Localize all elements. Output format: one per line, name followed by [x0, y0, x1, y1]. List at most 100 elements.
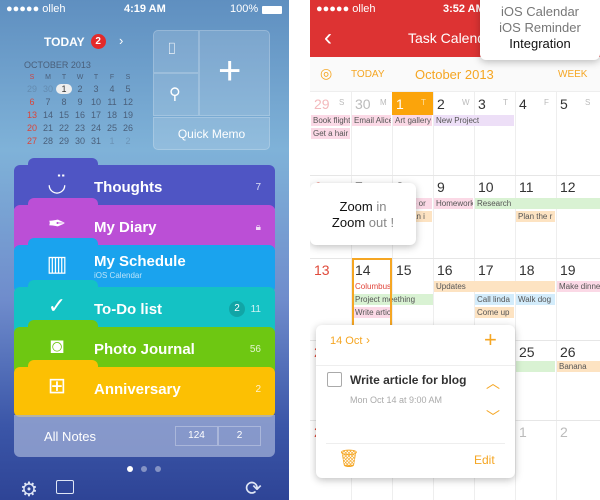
settings-gear-icon[interactable]: ⚙ — [20, 477, 38, 500]
mini-day[interactable]: 5 — [120, 84, 136, 94]
mini-day[interactable]: 24 — [88, 123, 104, 133]
task-title[interactable]: Write article for blog — [350, 373, 466, 387]
mini-day[interactable]: 2 — [72, 84, 88, 94]
selected-day-highlight — [352, 258, 392, 325]
week-view-button[interactable]: WEEK — [558, 69, 587, 80]
mini-calendar[interactable]: OCTOBER 2013 S M T W T F S 29 30 1 2 3 4 5 6 7 8 9 10 11 12 1… — [24, 60, 136, 146]
calendar-event[interactable]: Banana — [557, 361, 600, 372]
calendar-event[interactable]: New Project — [434, 115, 514, 126]
mini-day[interactable]: 21 — [40, 123, 56, 133]
calendar-event[interactable]: Come up — [475, 307, 514, 318]
day-number[interactable]: 25 — [519, 344, 535, 360]
trash-icon[interactable]: 🗑 — [338, 449, 360, 469]
calendar-event-bar[interactable] — [516, 361, 555, 372]
calendar-event[interactable]: Call linda — [475, 294, 514, 305]
mini-day[interactable]: 1 — [104, 136, 120, 146]
mini-day[interactable]: 30 — [72, 136, 88, 146]
day-number[interactable]: 3 — [478, 96, 486, 112]
calendar-event[interactable]: Make dinner — [557, 281, 600, 292]
day-number[interactable]: 13 — [314, 262, 330, 278]
day-number[interactable]: 30 — [355, 96, 371, 112]
callout-text: Zoom — [339, 199, 373, 214]
day-number[interactable]: 5 — [560, 96, 568, 112]
mini-day[interactable]: 27 — [24, 136, 40, 146]
mini-day[interactable]: 7 — [40, 97, 56, 107]
mini-day[interactable]: 26 — [120, 123, 136, 133]
mini-day[interactable]: 6 — [24, 97, 40, 107]
left-app-screen: ●●●●● olleh 4:19 AM 100% TODAY 2 › OCTOB… — [0, 0, 289, 500]
day-number[interactable]: 17 — [478, 262, 494, 278]
day-number[interactable]: 12 — [560, 179, 576, 195]
mini-day[interactable]: 12 — [120, 97, 136, 107]
mini-day[interactable]: 9 — [72, 97, 88, 107]
mini-day[interactable]: 25 — [104, 123, 120, 133]
mini-day[interactable]: 28 — [40, 136, 56, 146]
mini-day[interactable]: 15 — [56, 110, 72, 120]
day-number[interactable]: 11 — [519, 179, 534, 195]
calendar-event[interactable]: Email Alice — [352, 115, 391, 126]
mini-day[interactable]: 31 — [88, 136, 104, 146]
sync-icon[interactable]: ⟳ — [245, 476, 262, 500]
chevron-right-icon[interactable]: › — [366, 333, 370, 347]
mini-day[interactable]: 20 — [24, 123, 40, 133]
calendar-event[interactable]: Plan the r — [516, 211, 555, 222]
mini-day[interactable]: 29 — [56, 136, 72, 146]
mini-day[interactable]: 13 — [24, 110, 40, 120]
chevron-up-icon[interactable]: ︿ — [486, 373, 500, 393]
calendar-event[interactable]: Book flight — [311, 115, 350, 126]
edit-button[interactable]: Edit — [474, 453, 495, 467]
camera-button[interactable]: ⌷ — [153, 30, 199, 73]
day-number[interactable]: 19 — [560, 262, 576, 278]
mini-day[interactable]: 17 — [88, 110, 104, 120]
day-number[interactable]: 10 — [478, 179, 494, 195]
next-chevron-icon[interactable]: › — [119, 33, 123, 48]
calendar-event[interactable]: Walk dog — [516, 294, 555, 305]
quick-memo-button[interactable]: Quick Memo — [153, 117, 270, 150]
search-button[interactable]: ⚲ — [153, 73, 199, 116]
mini-day[interactable]: 29 — [24, 84, 40, 94]
calendar-event[interactable]: Homework — [434, 198, 473, 209]
mini-day[interactable]: 10 — [88, 97, 104, 107]
day-number[interactable]: 15 — [396, 262, 412, 278]
mini-day[interactable]: 4 — [104, 84, 120, 94]
day-number[interactable]: 16 — [437, 262, 453, 278]
calendar-event[interactable]: Research — [475, 198, 600, 209]
mini-day[interactable]: 2 — [120, 136, 136, 146]
mini-day[interactable]: 22 — [56, 123, 72, 133]
mini-day[interactable]: 19 — [120, 110, 136, 120]
add-task-plus-icon[interactable]: + — [484, 327, 497, 353]
day-number[interactable]: 4 — [519, 96, 527, 112]
day-number[interactable]: 2 — [437, 96, 445, 112]
day-number[interactable]: 9 — [437, 179, 445, 195]
mini-day[interactable]: 3 — [88, 84, 104, 94]
folder-anniversary[interactable]: ⊞ Anniversary 2 — [14, 360, 275, 417]
folder-icon[interactable] — [56, 480, 74, 494]
day-number[interactable]: 18 — [519, 262, 535, 278]
calendar-event[interactable]: Get a hair — [311, 128, 350, 139]
calendar-event[interactable]: Art gallery — [393, 115, 432, 126]
back-chevron-icon[interactable]: ‹ — [324, 24, 332, 52]
mini-day[interactable]: 8 — [56, 97, 72, 107]
day-number[interactable]: 1 — [396, 96, 404, 112]
new-note-button[interactable]: + — [199, 30, 270, 116]
today-button[interactable]: TODAY 2 — [44, 34, 106, 49]
task-checkbox[interactable] — [327, 372, 342, 387]
chevron-down-icon[interactable]: ﹀ — [486, 407, 500, 427]
mini-day[interactable]: 1 — [56, 84, 72, 94]
day-number[interactable]: 2 — [560, 424, 568, 440]
mini-day[interactable]: 18 — [104, 110, 120, 120]
mini-day[interactable]: 30 — [40, 84, 56, 94]
day-number[interactable]: 26 — [560, 344, 576, 360]
all-notes-row[interactable]: All Notes 124 2 — [14, 415, 275, 457]
mini-day[interactable]: 16 — [72, 110, 88, 120]
day-number[interactable]: 1 — [519, 424, 527, 440]
page-indicator[interactable] — [127, 466, 161, 472]
mini-day[interactable]: 14 — [40, 110, 56, 120]
mini-day[interactable]: 11 — [104, 97, 120, 107]
today-button[interactable]: TODAY — [351, 69, 385, 80]
day-number[interactable]: 29 — [314, 96, 330, 112]
calendar-eye-icon[interactable]: ◎ — [320, 65, 332, 82]
popup-date-link[interactable]: 14 Oct — [330, 335, 362, 347]
mini-day[interactable]: 23 — [72, 123, 88, 133]
calendar-event[interactable]: Updates — [434, 281, 555, 292]
